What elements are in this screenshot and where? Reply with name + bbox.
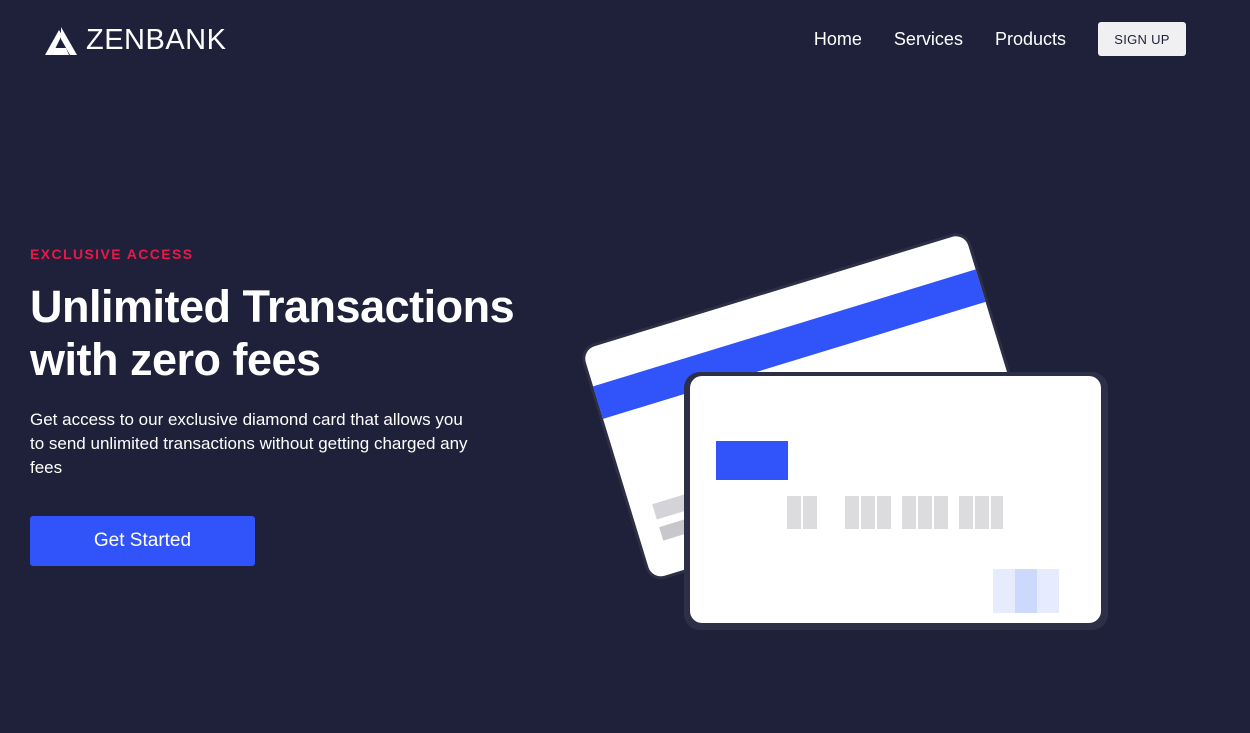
main-nav: Home Services Products SIGN UP bbox=[814, 22, 1186, 56]
card-brand-logo bbox=[993, 569, 1059, 613]
brand-name: ZENBANK bbox=[86, 24, 227, 56]
headline-line-2: with zero fees bbox=[30, 334, 321, 385]
credit-cards-illustration bbox=[582, 233, 1108, 630]
top-header: ZENBANK Home Services Products SIGN UP bbox=[0, 0, 1250, 80]
brand-logo[interactable]: ZENBANK bbox=[44, 24, 226, 57]
sign-up-button[interactable]: SIGN UP bbox=[1098, 22, 1186, 56]
hero-subtext: Get access to our exclusive diamond card… bbox=[30, 410, 468, 477]
get-started-button[interactable]: Get Started bbox=[30, 516, 255, 566]
hero-section: EXCLUSIVE ACCESS Unlimited Transactions … bbox=[30, 246, 550, 566]
hero-eyebrow: EXCLUSIVE ACCESS bbox=[30, 246, 194, 262]
nav-products[interactable]: Products bbox=[995, 22, 1066, 56]
headline-line-1: Unlimited Transactions bbox=[30, 281, 515, 332]
card-chip bbox=[716, 441, 788, 480]
stylized-a-icon bbox=[45, 26, 77, 55]
nav-services[interactable]: Services bbox=[894, 22, 963, 56]
hero-headline: Unlimited Transactions with zero fees bbox=[30, 280, 550, 386]
landing-page: ZENBANK Home Services Products SIGN UP E… bbox=[0, 0, 1250, 733]
front-card bbox=[684, 372, 1108, 630]
nav-home[interactable]: Home bbox=[814, 22, 862, 56]
